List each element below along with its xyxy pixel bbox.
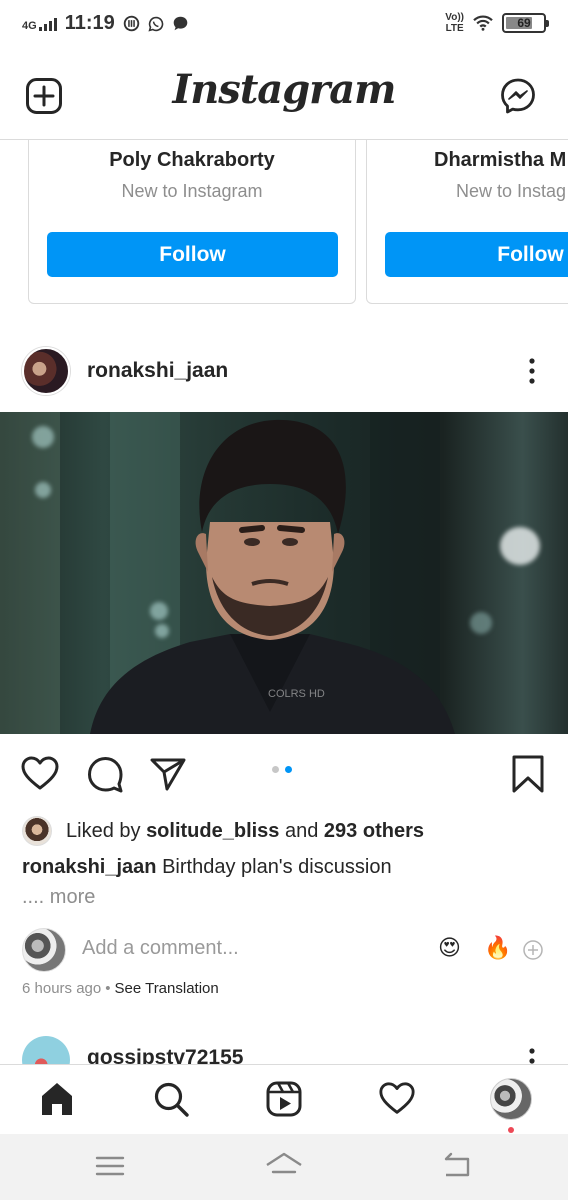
background-light [0, 412, 60, 734]
suggestion-carousel[interactable]: Poly Chakraborty New to Instagram Follow… [0, 140, 568, 316]
status-left: 4G 11:19 [22, 12, 189, 35]
suggestion-name[interactable]: Poly Chakraborty [29, 149, 355, 172]
post-timestamp-row: 6 hours ago • See Translation [22, 980, 219, 997]
suggestion-subtitle: New to Instag [456, 181, 567, 201]
recents-menu-icon[interactable] [90, 1148, 130, 1184]
caption-text: Birthday plan's discussion [156, 856, 392, 878]
person-figure [90, 419, 455, 734]
post-caption: ronakshi_jaan Birthday plan's discussion [22, 856, 542, 879]
nav-reels[interactable] [263, 1078, 305, 1120]
comment-icon[interactable] [85, 754, 125, 794]
post-time: 6 hours ago [22, 980, 102, 997]
comment-input[interactable]: Add a comment... [82, 937, 239, 960]
bokeh-light [35, 482, 51, 498]
see-translation-link[interactable]: See Translation [115, 980, 219, 997]
nav-search[interactable] [150, 1078, 192, 1120]
volte-indicator: Vo)) LTE [445, 12, 464, 34]
suggestion-name[interactable]: Dharmistha M [367, 149, 568, 172]
bottom-navigation [0, 1064, 568, 1134]
video-watermark: COLRS HD [268, 688, 325, 700]
suggestion-card[interactable]: Poly Chakraborty New to Instagram Follow [28, 140, 356, 304]
suggestion-subtitle: New to Instagram [121, 181, 263, 201]
more-options-icon[interactable] [522, 1046, 542, 1066]
clock: 11:19 [64, 12, 115, 34]
liker-username[interactable]: solitude_bliss [146, 820, 279, 842]
data-saver-icon [123, 15, 139, 32]
status-bar: 4G 11:19 Vo)) LTE 69 [0, 0, 568, 52]
add-emoji-icon[interactable] [522, 939, 544, 961]
caption-more-link[interactable]: .... more [22, 886, 95, 909]
instagram-logo: Instagram [172, 66, 397, 113]
caption-username[interactable]: ronakshi_jaan [22, 856, 157, 878]
profile-notification-dot [508, 1127, 514, 1133]
search-icon [154, 1082, 189, 1117]
likes-count[interactable]: 293 others [324, 820, 424, 842]
activity-heart-icon [379, 1082, 415, 1114]
whatsapp-icon [148, 16, 164, 32]
messenger-icon [501, 78, 535, 114]
carousel-indicator [272, 766, 292, 773]
fire-emoji-button[interactable]: 🔥 [484, 934, 511, 962]
next-post-avatar[interactable] [22, 1036, 70, 1066]
post-author-avatar[interactable] [22, 347, 70, 395]
network-type: 4G [22, 19, 37, 32]
liker-avatar [22, 816, 52, 846]
bokeh-light [470, 612, 492, 634]
follow-button[interactable]: Follow [385, 232, 568, 277]
post-actions [0, 748, 568, 800]
next-post-username[interactable]: gossipstv72155 [87, 1046, 243, 1066]
like-icon[interactable] [20, 754, 60, 794]
messenger-button[interactable] [498, 76, 538, 116]
current-user-avatar [22, 928, 66, 972]
back-icon[interactable] [436, 1148, 476, 1184]
likes-summary[interactable]: Liked by solitude_bliss and 293 others [22, 816, 424, 846]
likes-middle: and [279, 819, 324, 842]
likes-text[interactable]: Liked by solitude_bliss and 293 others [66, 820, 424, 843]
share-icon[interactable] [148, 754, 188, 794]
bokeh-light [32, 426, 54, 448]
carousel-dot-active [285, 766, 292, 773]
signal-icon [38, 17, 57, 31]
system-home-icon[interactable] [264, 1148, 304, 1184]
nav-home[interactable] [36, 1078, 78, 1120]
status-right: Vo)) LTE 69 [445, 12, 549, 34]
battery-indicator: 69 [502, 13, 549, 33]
battery-level: 69 [517, 16, 531, 30]
heart-eyes-emoji-button[interactable]: 😍 [438, 934, 461, 962]
next-post-header: gossipstv72155 [0, 1036, 568, 1066]
wifi-icon [473, 15, 493, 31]
timestamp-separator: • [105, 980, 111, 997]
nav-activity[interactable] [376, 1078, 418, 1120]
follow-button[interactable]: Follow [47, 232, 338, 277]
more-options-icon[interactable] [522, 356, 542, 386]
profile-avatar [490, 1078, 532, 1120]
comment-row: Add a comment... 😍 🔥 [0, 926, 568, 974]
bokeh-light [500, 527, 540, 565]
carousel-dot [272, 766, 279, 773]
nav-profile[interactable] [490, 1078, 532, 1120]
chat-bubble-icon [173, 16, 188, 31]
post-header: ronakshi_jaan [0, 344, 568, 400]
system-navigation-bar [0, 1134, 568, 1200]
app-header: Instagram [0, 52, 568, 140]
post-author-username[interactable]: ronakshi_jaan [87, 359, 228, 383]
save-icon[interactable] [508, 754, 548, 794]
likes-prefix: Liked by [66, 819, 147, 842]
suggestion-card[interactable]: Dharmistha M New to Instag Follow [366, 140, 568, 304]
home-icon [42, 1083, 72, 1115]
reels-icon [266, 1081, 302, 1117]
network-indicator: 4G [22, 17, 57, 31]
post-media[interactable] [0, 412, 568, 734]
